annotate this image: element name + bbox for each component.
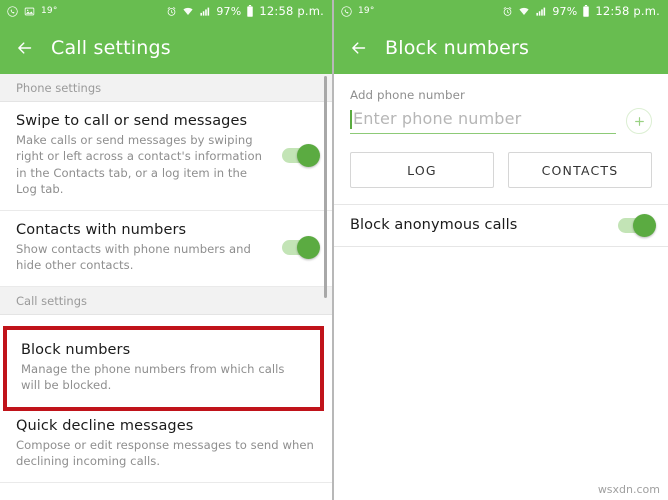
wifi-icon: [518, 6, 530, 17]
highlight-annotation-block-numbers: Block numbers Manage the phone numbers f…: [3, 326, 324, 411]
section-header-call-settings: Call settings: [0, 286, 332, 315]
setting-title: Block numbers: [21, 342, 131, 358]
status-bar: 19° 97% 12:58 p.m.: [0, 0, 332, 22]
setting-row-block-numbers[interactable]: Block numbers Manage the phone numbers f…: [7, 330, 320, 407]
row-texts: Block numbers Manage the phone numbers f…: [21, 342, 306, 394]
add-phone-number-section: Add phone number Enter phone number: [334, 74, 668, 134]
phone-number-placeholder: Enter phone number: [353, 108, 522, 128]
section-header-phone-settings: Phone settings: [0, 74, 332, 102]
setting-subtitle: Compose or edit response messages to sen…: [16, 437, 314, 469]
settings-list: Phone settings Swipe to call or send mes…: [0, 74, 332, 500]
page-title: Call settings: [51, 37, 171, 59]
gallery-icon: [24, 6, 35, 17]
row-texts: Swipe to call or send messages Make call…: [16, 113, 270, 198]
vertical-scrollbar[interactable]: [324, 76, 327, 298]
setting-subtitle: Show contacts with phone numbers and hid…: [16, 241, 251, 273]
clock-label: 12:58 p.m.: [259, 4, 324, 18]
temperature-indicator: 19°: [358, 6, 375, 16]
text-caret: [350, 109, 352, 129]
setting-title: Block anonymous calls: [350, 217, 518, 233]
setting-subtitle: Manage the phone numbers from which call…: [21, 362, 285, 393]
toggle-knob: [297, 143, 320, 167]
row-texts: Quick decline messages Compose or edit r…: [16, 418, 318, 470]
left-phone-screen: 19° 97% 12:58 p.m. Call settings Phone s…: [0, 0, 334, 500]
whatsapp-icon: [7, 5, 18, 17]
clock-label: 12:58 p.m.: [595, 4, 660, 18]
status-bar-right: 97% 12:58 p.m.: [166, 4, 324, 18]
contacts-button[interactable]: CONTACTS: [508, 152, 652, 188]
phone-number-input-row: Enter phone number: [350, 108, 652, 134]
phone-number-input[interactable]: Enter phone number: [350, 109, 616, 134]
toggle-contacts-with-numbers[interactable]: [282, 236, 320, 260]
log-button[interactable]: LOG: [350, 152, 494, 188]
watermark: wsxdn.com: [597, 483, 660, 496]
signal-icon: [535, 6, 547, 17]
app-bar: Block numbers: [334, 22, 668, 74]
temperature-indicator: 19°: [41, 6, 58, 16]
status-bar-left: 19°: [341, 5, 502, 17]
app-bar: Call settings: [0, 22, 332, 74]
toggle-knob: [633, 213, 656, 237]
setting-subtitle: Make calls or send messages by swiping r…: [16, 133, 262, 197]
battery-icon: [246, 5, 254, 17]
status-bar-right: 97% 12:58 p.m.: [502, 4, 660, 18]
page-title: Block numbers: [385, 37, 530, 59]
setting-title: Quick decline messages: [16, 417, 194, 434]
signal-icon: [199, 6, 211, 17]
setting-row-swipe-to-call[interactable]: Swipe to call or send messages Make call…: [0, 102, 332, 211]
toggle-swipe-to-call[interactable]: [282, 143, 320, 167]
whatsapp-icon: [341, 5, 352, 17]
battery-icon: [582, 5, 590, 17]
right-phone-screen: 19° 97% 12:58 p.m. Block numbers Add pho…: [334, 0, 668, 500]
battery-percent-label: 97%: [552, 4, 578, 18]
wifi-icon: [182, 6, 194, 17]
toggle-block-anonymous-calls[interactable]: [618, 213, 656, 237]
plus-icon[interactable]: [626, 108, 652, 134]
alarm-icon: [166, 6, 177, 17]
status-bar-left: 19°: [7, 5, 166, 17]
setting-row-quick-decline-messages[interactable]: Quick decline messages Compose or edit r…: [0, 406, 332, 483]
add-phone-number-label: Add phone number: [350, 88, 465, 102]
back-arrow-icon[interactable]: [348, 39, 369, 57]
setting-row-block-anonymous-calls[interactable]: Block anonymous calls: [334, 204, 668, 247]
setting-row-contacts-with-numbers[interactable]: Contacts with numbers Show contacts with…: [0, 210, 332, 287]
block-numbers-content: Add phone number Enter phone number LOG …: [334, 74, 668, 500]
battery-percent-label: 97%: [216, 4, 242, 18]
alarm-icon: [502, 6, 513, 17]
setting-title: Contacts with numbers: [16, 221, 187, 238]
back-arrow-icon[interactable]: [14, 39, 35, 57]
row-texts: Contacts with numbers Show contacts with…: [16, 222, 270, 274]
source-buttons-row: LOG CONTACTS: [334, 134, 668, 204]
status-bar: 19° 97% 12:58 p.m.: [334, 0, 668, 22]
toggle-knob: [297, 236, 320, 260]
dual-screenshot-comparison: 19° 97% 12:58 p.m. Call settings Phone s…: [0, 0, 668, 500]
setting-title: Swipe to call or send messages: [16, 113, 248, 129]
